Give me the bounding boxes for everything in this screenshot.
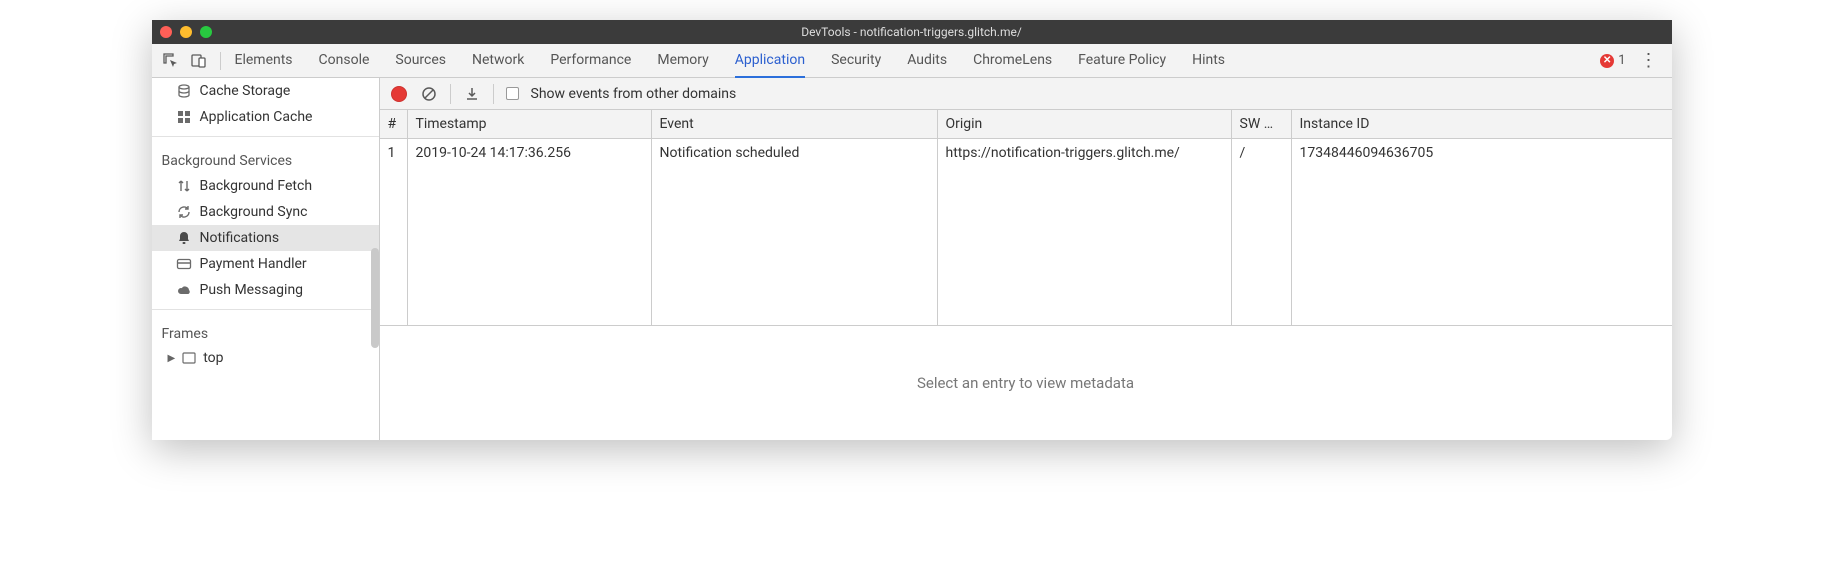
tab-feature-policy[interactable]: Feature Policy <box>1078 44 1166 78</box>
sidebar-bg-payment-handler[interactable]: Payment Handler <box>152 251 379 277</box>
sidebar-item-label: Notifications <box>200 230 280 246</box>
divider <box>152 136 379 137</box>
sidebar-bg-notifications[interactable]: Notifications <box>152 225 379 251</box>
show-other-domains-label: Show events from other domains <box>531 86 737 102</box>
minimize-window-button[interactable] <box>180 26 192 38</box>
tab-hints[interactable]: Hints <box>1192 44 1225 78</box>
tab-elements[interactable]: Elements <box>235 44 293 78</box>
tab-security[interactable]: Security <box>831 44 881 78</box>
sidebar-item-label: Payment Handler <box>200 256 307 272</box>
sidebar-item-label: Push Messaging <box>200 282 304 298</box>
sidebar-scrollbar-thumb[interactable] <box>371 248 379 348</box>
traffic-lights <box>160 26 212 38</box>
events-table: # Timestamp Event Origin SW … Instance I… <box>380 110 1672 326</box>
content-panel: Show events from other domains # Timesta… <box>380 78 1672 440</box>
col-sw-scope[interactable]: SW … <box>1232 110 1292 139</box>
download-button[interactable] <box>463 85 481 103</box>
cloud-icon <box>176 282 192 298</box>
error-icon: ✕ <box>1600 54 1614 68</box>
sidebar-storage-cache-storage[interactable]: Cache Storage <box>152 78 379 104</box>
database-icon <box>176 83 192 99</box>
close-window-button[interactable] <box>160 26 172 38</box>
sidebar-storage-application-cache[interactable]: Application Cache <box>152 104 379 130</box>
sidebar-item-label: Application Cache <box>200 109 313 125</box>
table-body: 12019-10-24 14:17:36.256Notification sch… <box>380 139 1672 325</box>
tab-console[interactable]: Console <box>319 44 370 78</box>
bell-icon <box>176 230 192 246</box>
sidebar-bg-push-messaging[interactable]: Push Messaging <box>152 277 379 303</box>
table-header-row: # Timestamp Event Origin SW … Instance I… <box>380 110 1672 139</box>
arrows-icon <box>176 178 192 194</box>
window-title: DevTools - notification-triggers.glitch.… <box>152 25 1672 39</box>
frame-icon <box>181 350 197 366</box>
events-toolbar: Show events from other domains <box>380 78 1672 110</box>
cell-sw: / <box>1232 139 1292 167</box>
device-toggle-icon[interactable] <box>190 52 208 70</box>
metadata-footer-hint: Select an entry to view metadata <box>380 326 1672 440</box>
cell-or: https://notification-triggers.glitch.me/ <box>938 139 1232 167</box>
bg-services-header: Background Services <box>152 143 379 173</box>
main-area: Cache Storage Application Cache Backgroun… <box>152 78 1672 440</box>
maximize-window-button[interactable] <box>200 26 212 38</box>
col-instance-id[interactable]: Instance ID <box>1292 110 1672 139</box>
tab-chromelens[interactable]: ChromeLens <box>973 44 1052 78</box>
frames-top-label: top <box>203 350 223 366</box>
col-num[interactable]: # <box>380 110 408 139</box>
sidebar-item-label: Background Fetch <box>200 178 313 194</box>
separator <box>450 84 451 104</box>
application-sidebar: Cache Storage Application Cache Backgroun… <box>152 78 380 440</box>
devtools-tabbar: Elements Console Sources Network Performance… <box>152 44 1672 78</box>
divider <box>152 309 379 310</box>
inspect-element-icon[interactable] <box>162 52 180 70</box>
error-badge[interactable]: ✕ 1 <box>1600 53 1625 68</box>
sidebar-bg-background-fetch[interactable]: Background Fetch <box>152 173 379 199</box>
show-other-domains-checkbox[interactable] <box>506 87 519 100</box>
col-timestamp[interactable]: Timestamp <box>408 110 652 139</box>
devtools-tabs: Elements Console Sources Network Performance… <box>235 44 1601 78</box>
card-icon <box>176 256 192 272</box>
frames-header: Frames <box>152 316 379 346</box>
cell-ts: 2019-10-24 14:17:36.256 <box>408 139 652 167</box>
frames-top-item[interactable]: ▶ top <box>152 346 379 370</box>
tab-memory[interactable]: Memory <box>657 44 708 78</box>
sidebar-bg-background-sync[interactable]: Background Sync <box>152 199 379 225</box>
tab-application[interactable]: Application <box>735 44 805 78</box>
grid-icon <box>176 109 192 125</box>
table-row[interactable]: 12019-10-24 14:17:36.256Notification sch… <box>380 139 1672 167</box>
tab-performance[interactable]: Performance <box>550 44 631 78</box>
cell-ev: Notification scheduled <box>652 139 938 167</box>
cell-id: 17348446094636705 <box>1292 139 1672 167</box>
clear-button[interactable] <box>420 85 438 103</box>
col-event[interactable]: Event <box>652 110 938 139</box>
cell-num: 1 <box>380 139 408 167</box>
sidebar-item-label: Background Sync <box>200 204 308 220</box>
tab-sources[interactable]: Sources <box>395 44 446 78</box>
record-button[interactable] <box>390 85 408 103</box>
tab-network[interactable]: Network <box>472 44 524 78</box>
more-menu-button[interactable]: ⋮ <box>1636 50 1662 71</box>
window-titlebar: DevTools - notification-triggers.glitch.… <box>152 20 1672 44</box>
error-count: 1 <box>1618 53 1625 68</box>
sidebar-item-label: Cache Storage <box>200 83 291 99</box>
tab-audits[interactable]: Audits <box>907 44 947 78</box>
expand-icon: ▶ <box>168 353 176 364</box>
sync-icon <box>176 204 192 220</box>
separator <box>493 84 494 104</box>
col-origin[interactable]: Origin <box>938 110 1232 139</box>
